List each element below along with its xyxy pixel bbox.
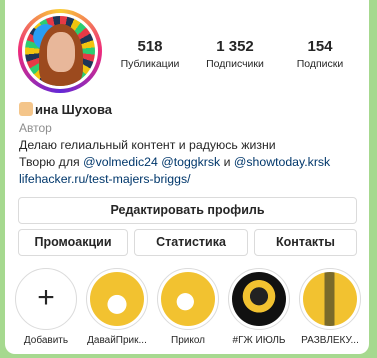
highlight-ring [228,268,290,330]
highlight-gzh-july[interactable]: #ГЖ ИЮЛЬ [227,268,291,346]
profile-name: ина Шухова [19,102,112,117]
highlight-cover [303,272,357,326]
avatar-photo [25,16,95,86]
avatar-border [22,13,98,89]
mention-showtoday[interactable]: @showtoday.krsk [234,155,330,169]
contacts-button[interactable]: Контакты [254,229,357,256]
profile-name-text: ина Шухова [35,102,113,117]
mention-toggkrsk[interactable]: @toggkrsk [161,155,220,169]
stats-row: 518 Публикации 1 352 Подписчики 154 Подп… [110,38,365,78]
highlight-cover [161,272,215,326]
bio-prefix: Творю для [19,155,84,169]
highlight-ring [299,268,361,330]
stat-posts[interactable]: 518 Публикации [110,38,190,70]
bio-line-1: Делаю гелиальный контент и радуюсь жизни [19,138,276,152]
plus-icon: + [37,281,55,314]
profile-avatar[interactable] [18,9,102,93]
stat-following-label: Подписки [296,58,344,70]
mention-volmedic24[interactable]: @volmedic24 [83,155,158,169]
stat-followers-label: Подписчики [206,58,264,70]
highlight-davaiprik[interactable]: ДавайПрик... [85,268,149,346]
highlight-label: ДавайПрик... [87,335,147,346]
highlight-add[interactable]: + Добавить [14,268,78,346]
website-link[interactable]: lifehacker.ru/test-majers-briggs/ [19,172,191,186]
highlight-label: РАЗВЛЕКУ... [301,335,359,346]
highlight-ring [86,268,148,330]
edit-profile-button[interactable]: Редактировать профиль [18,197,357,224]
bio-line-2: Творю для @volmedic24 @toggkrsk и @showt… [19,155,330,169]
highlight-label: Добавить [23,335,69,346]
highlight-prikol[interactable]: Прикол [156,268,220,346]
stat-posts-label: Публикации [120,58,180,70]
bio-and: и [220,155,234,169]
stat-posts-value: 518 [137,38,163,55]
stat-following[interactable]: 154 Подписки [280,38,360,70]
highlight-label: Прикол [171,335,205,346]
statistics-button[interactable]: Статистика [134,229,248,256]
profile-category: Автор [19,121,52,135]
avatar-face [47,32,75,72]
highlight-ring [157,268,219,330]
stat-followers[interactable]: 1 352 Подписчики [195,38,275,70]
highlight-razvleku[interactable]: РАЗВЛЕКУ... [298,268,362,346]
stat-followers-value: 1 352 [216,38,254,55]
stat-following-value: 154 [307,38,333,55]
promotions-button[interactable]: Промоакции [18,229,128,256]
highlight-label: #ГЖ ИЮЛЬ [232,335,286,346]
highlight-cover [90,272,144,326]
highlight-add-ring: + [15,268,77,330]
highlight-cover [232,272,286,326]
face-emoji-icon [19,102,33,116]
profile-card: 518 Публикации 1 352 Подписчики 154 Подп… [5,0,369,354]
